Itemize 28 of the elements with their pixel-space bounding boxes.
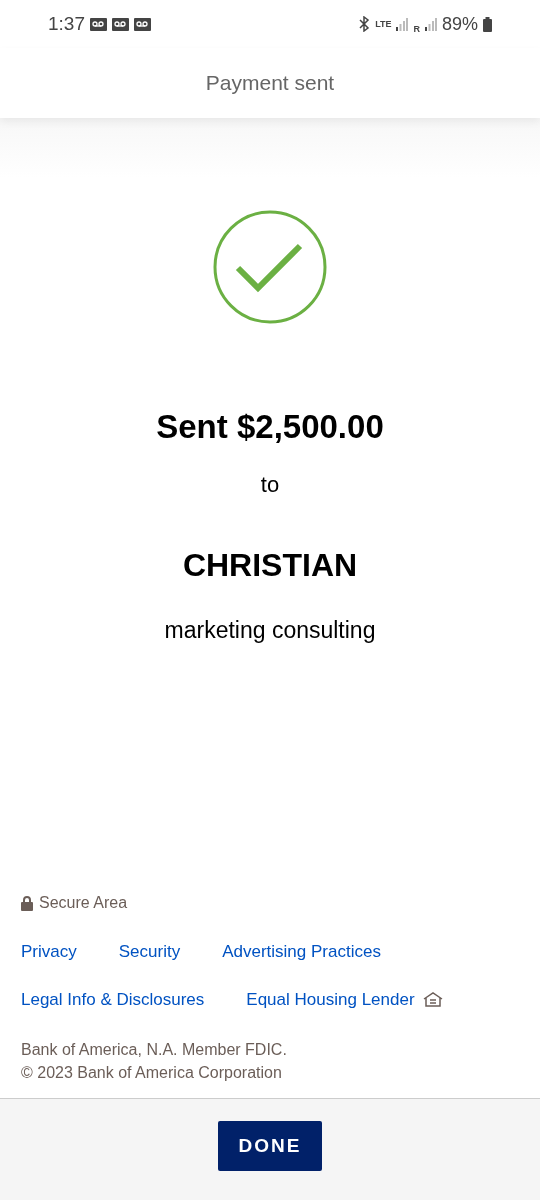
secure-area-label: Secure Area	[39, 893, 128, 913]
footer-link[interactable]: Legal Info & Disclosures	[21, 986, 205, 1012]
recipient-name: CHRISTIAN	[182, 545, 358, 585]
house-icon	[422, 991, 443, 1007]
checkmark-icon	[213, 210, 327, 324]
footer-link[interactable]: Privacy	[21, 939, 77, 965]
battery-icon	[483, 16, 492, 32]
amount-sent: Sent $2,500.00	[156, 407, 384, 447]
legal-text: Bank of America, N.A. Member FDIC.	[21, 1040, 288, 1060]
roaming-indicator: R	[413, 24, 420, 34]
voicemail-icon	[134, 17, 151, 31]
bluetooth-icon	[358, 16, 371, 32]
network-type: LTE	[375, 19, 392, 29]
header-title: Payment sent	[205, 70, 335, 97]
voicemail-icon	[112, 17, 129, 31]
payment-memo: marketing consulting	[164, 615, 376, 645]
status-time: 1:37	[48, 11, 85, 36]
connector-text: to	[260, 470, 280, 499]
battery-percent: 89%	[441, 12, 478, 36]
signal-icon	[424, 17, 437, 31]
lock-icon	[21, 895, 33, 911]
signal-icon	[396, 17, 409, 31]
footer-link[interactable]: Equal Housing Lender	[246, 986, 415, 1012]
notification-icon	[90, 17, 107, 31]
footer-link[interactable]: Security	[118, 939, 181, 965]
done-button[interactable]: DONE	[218, 1121, 322, 1171]
legal-text: © 2023 Bank of America Corporation	[21, 1063, 283, 1083]
footer-link[interactable]: Advertising Practices	[222, 939, 381, 965]
